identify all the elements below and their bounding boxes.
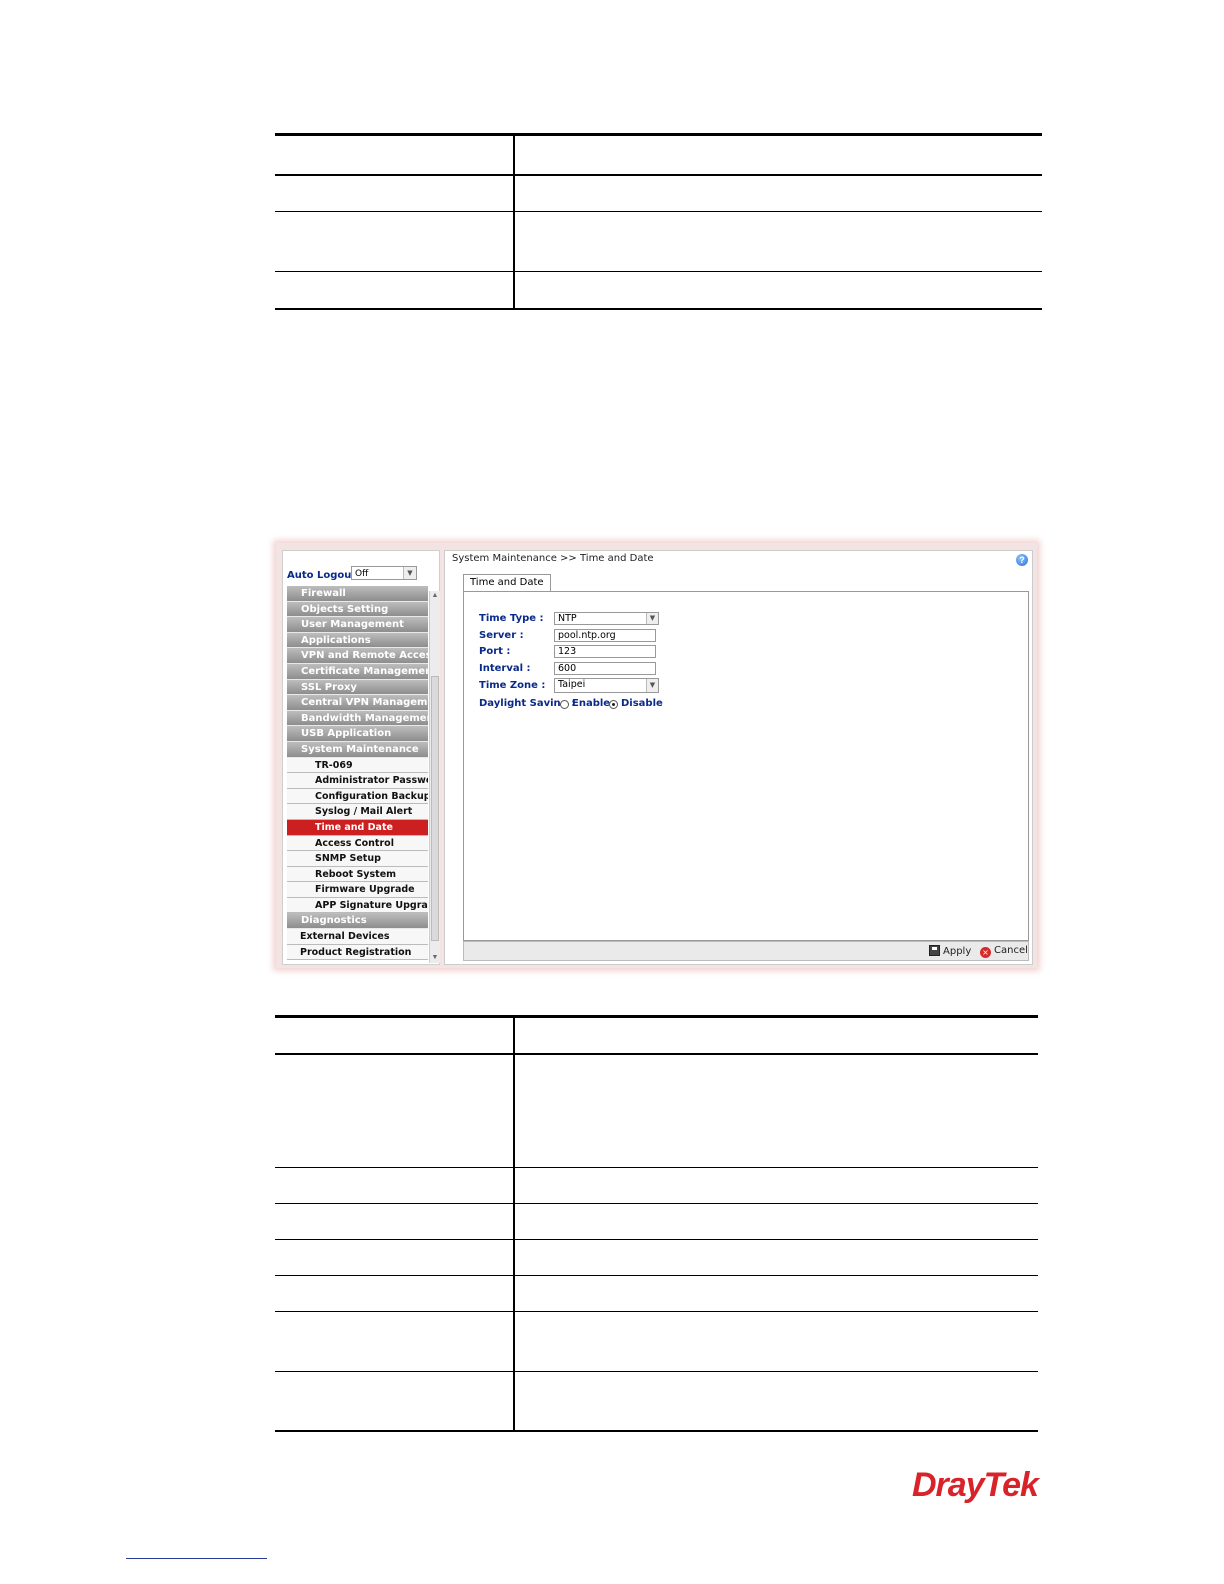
sidebar-item-app-signature-upgrade[interactable]: APP Signature Upgrade bbox=[287, 897, 428, 914]
sidebar-item-tr-069[interactable]: TR-069 bbox=[287, 757, 428, 774]
chevron-down-icon: ▼ bbox=[646, 679, 658, 692]
sidebar-item-applications[interactable]: Applications bbox=[287, 632, 428, 649]
server-value: pool.ntp.org bbox=[558, 630, 616, 641]
auto-logout-value: Off bbox=[355, 569, 369, 579]
help-icon[interactable]: ? bbox=[1016, 554, 1028, 566]
time-zone-value: Taipei bbox=[558, 679, 586, 690]
sidebar-item-system-maintenance[interactable]: System Maintenance bbox=[287, 741, 428, 758]
daylight-enable-label: Enable bbox=[572, 698, 611, 709]
sidebar-item-external-devices[interactable]: External Devices bbox=[287, 929, 428, 945]
sidebar-item-central-vpn-managem[interactable]: Central VPN Managem... bbox=[287, 695, 428, 711]
sidebar-item-user-management[interactable]: User Management bbox=[287, 617, 428, 633]
sidebar-menu: Firewall Objects Setting User Management Ap… bbox=[287, 586, 428, 961]
router-ui-screenshot: Auto Logout : Off ▼ Firewall Objects Sett… bbox=[276, 543, 1037, 968]
cancel-button[interactable]: × Cancel bbox=[980, 945, 1028, 958]
sidebar-item-syslog-mail-alert[interactable]: Syslog / Mail Alert bbox=[287, 804, 428, 820]
time-zone-label: Time Zone : bbox=[479, 680, 546, 691]
description-table-bottom bbox=[275, 1015, 1038, 1432]
logo-tek: Tek bbox=[983, 1466, 1039, 1504]
save-icon bbox=[929, 945, 940, 956]
time-type-select[interactable]: NTP ▼ bbox=[554, 612, 659, 625]
chevron-down-icon: ▼ bbox=[646, 613, 658, 624]
cancel-icon: × bbox=[980, 947, 991, 958]
sidebar-item-product-registration[interactable]: Product Registration bbox=[287, 944, 428, 961]
sidebar-item-objects-setting[interactable]: Objects Setting bbox=[287, 601, 428, 618]
apply-label: Apply bbox=[943, 946, 972, 957]
sidebar-item-vpn-and-remote-access[interactable]: VPN and Remote Access bbox=[287, 648, 428, 664]
sidebar-item-administrator-password[interactable]: Administrator Password bbox=[287, 773, 428, 789]
sidebar-item-configuration-backup[interactable]: Configuration Backup bbox=[287, 788, 428, 805]
port-input[interactable]: 123 bbox=[554, 645, 656, 658]
sidebar-item-certificate-management[interactable]: Certificate Management bbox=[287, 663, 428, 680]
time-type-value: NTP bbox=[558, 613, 577, 624]
cancel-label: Cancel bbox=[994, 945, 1028, 956]
interval-label: Interval : bbox=[479, 663, 531, 674]
sidebar-item-bandwidth-management[interactable]: Bandwidth Management bbox=[287, 710, 428, 727]
tab-time-and-date[interactable]: Time and Date bbox=[463, 574, 551, 591]
time-date-form: Time Type : NTP ▼ Server : pool.ntp.org … bbox=[463, 591, 1029, 941]
scroll-down-icon[interactable]: ▼ bbox=[430, 953, 440, 963]
sidebar-item-access-control[interactable]: Access Control bbox=[287, 835, 428, 852]
interval-value: 600 bbox=[558, 663, 577, 674]
sidebar-item-reboot-system[interactable]: Reboot System bbox=[287, 866, 428, 883]
scroll-thumb[interactable] bbox=[431, 676, 439, 941]
server-input[interactable]: pool.ntp.org bbox=[554, 629, 656, 642]
sidebar-item-snmp-setup[interactable]: SNMP Setup bbox=[287, 851, 428, 867]
breadcrumb: System Maintenance >> Time and Date bbox=[452, 553, 654, 564]
sidebar-item-diagnostics[interactable]: Diagnostics bbox=[287, 913, 428, 930]
draytek-logo: DrayTek bbox=[912, 1466, 1039, 1505]
action-bar: Apply × Cancel bbox=[463, 941, 1029, 961]
sidebar-item-time-and-date[interactable]: Time and Date bbox=[287, 819, 428, 836]
sidebar-item-firmware-upgrade[interactable]: Firmware Upgrade bbox=[287, 882, 428, 898]
logo-dray: Dray bbox=[912, 1466, 985, 1504]
footer-line bbox=[126, 1558, 267, 1559]
sidebar-item-ssl-proxy[interactable]: SSL Proxy bbox=[287, 679, 428, 696]
port-value: 123 bbox=[558, 646, 577, 657]
sidebar-item-firewall[interactable]: Firewall bbox=[287, 586, 428, 602]
description-table-top bbox=[275, 133, 1042, 310]
interval-input[interactable]: 600 bbox=[554, 662, 656, 675]
main-panel: System Maintenance >> Time and Date ? Ti… bbox=[444, 550, 1033, 965]
daylight-disable-radio[interactable] bbox=[609, 700, 618, 709]
time-type-label: Time Type : bbox=[479, 613, 544, 624]
daylight-disable-label: Disable bbox=[621, 698, 663, 709]
apply-button[interactable]: Apply bbox=[929, 945, 971, 957]
port-label: Port : bbox=[479, 646, 511, 657]
daylight-enable-radio[interactable] bbox=[560, 700, 569, 709]
sidebar-scrollbar[interactable]: ▲ ▼ bbox=[429, 591, 440, 963]
chevron-down-icon: ▼ bbox=[403, 567, 416, 579]
scroll-up-icon[interactable]: ▲ bbox=[430, 591, 440, 601]
auto-logout-select[interactable]: Off ▼ bbox=[351, 566, 417, 580]
time-zone-select[interactable]: Taipei ▼ bbox=[554, 678, 659, 693]
server-label: Server : bbox=[479, 630, 524, 641]
sidebar-item-usb-application[interactable]: USB Application bbox=[287, 726, 428, 742]
